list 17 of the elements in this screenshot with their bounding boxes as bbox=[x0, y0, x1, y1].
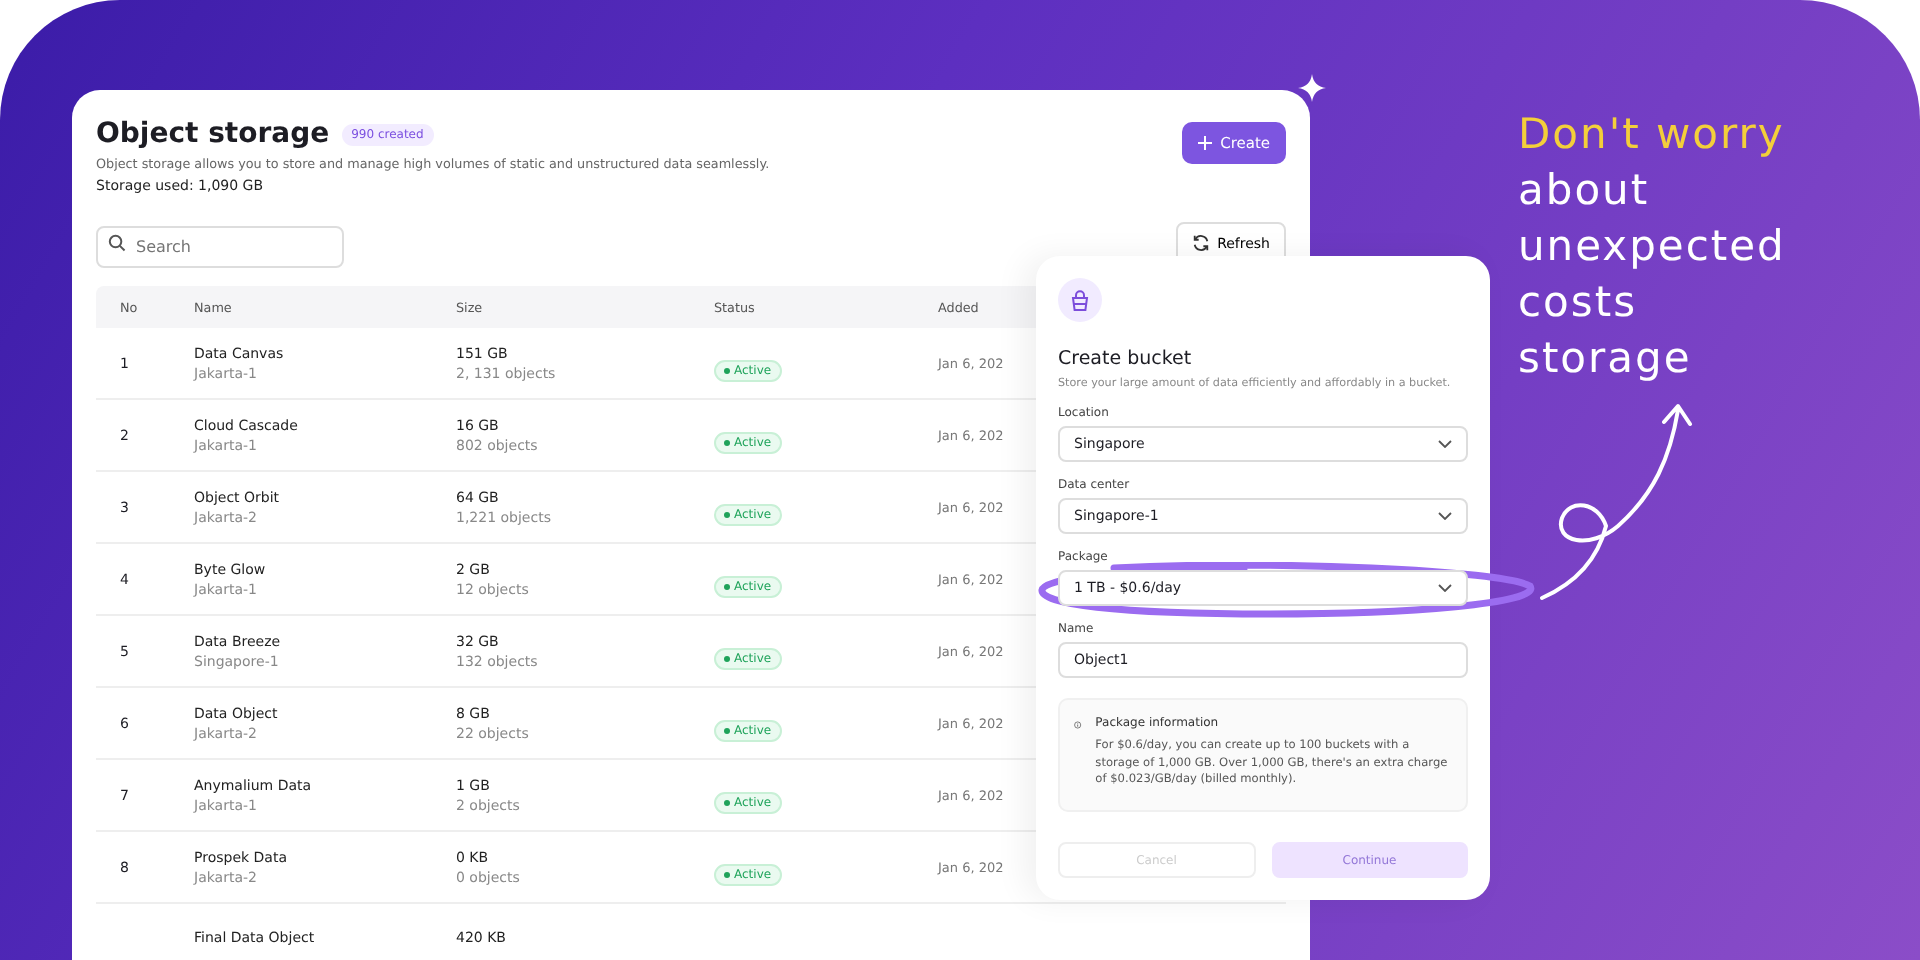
bucket-icon bbox=[1058, 278, 1102, 322]
search-field[interactable]: Search bbox=[96, 226, 344, 268]
tagline-text: unexpected bbox=[1518, 220, 1786, 274]
tagline-text: storage bbox=[1518, 332, 1694, 386]
info-icon bbox=[1074, 716, 1082, 734]
tagline-text: Don't worry bbox=[1518, 108, 1786, 162]
search-icon bbox=[108, 234, 126, 252]
page-title: Object storage bbox=[96, 118, 330, 150]
refresh-icon bbox=[1191, 234, 1210, 252]
chevron-icon bbox=[1438, 584, 1452, 592]
tagline-text: costs bbox=[1518, 276, 1640, 330]
sparkle-icon bbox=[1298, 74, 1326, 102]
chevron-icon bbox=[1438, 440, 1452, 448]
tagline-text: about bbox=[1518, 164, 1652, 218]
dialog-title: Create bucket bbox=[1058, 348, 1194, 370]
chevron-icon bbox=[1438, 512, 1452, 520]
plus-icon bbox=[1198, 136, 1213, 150]
